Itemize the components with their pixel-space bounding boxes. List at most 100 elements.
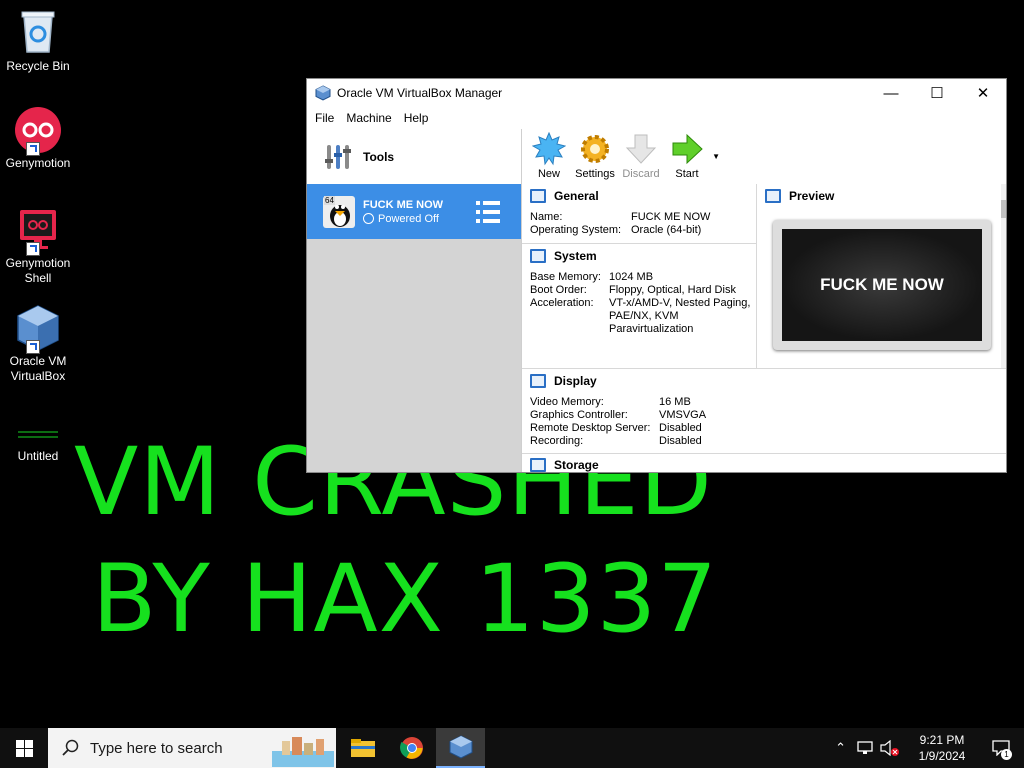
clock-time: 9:21 PM	[919, 733, 965, 747]
storage-disk-icon	[530, 458, 546, 472]
windows-logo-icon	[15, 739, 33, 757]
preview-title[interactable]: Preview	[789, 189, 834, 203]
main-toolbar: New Settings Discard Start ▼	[522, 129, 1006, 184]
kv-value: Disabled	[659, 435, 702, 447]
kv-value: 16 MB	[659, 396, 691, 408]
shortcut-arrow-icon	[26, 242, 40, 256]
general-title[interactable]: General	[554, 189, 599, 203]
kv-value: 1024 MB	[609, 271, 654, 283]
settings-button[interactable]: Settings	[572, 132, 618, 184]
start-arrow-icon	[672, 133, 703, 165]
desktop-icon-label: Genymotion Shell	[5, 256, 71, 285]
vm-list-item[interactable]: 64 FUCK ME NOW Powered Off	[307, 184, 521, 239]
kv-key: Name:	[530, 211, 563, 223]
search-icon	[62, 739, 79, 756]
kv-value: Disabled	[659, 422, 702, 434]
start-dropdown-chevron-icon[interactable]: ▼	[712, 152, 720, 161]
tools-label: Tools	[363, 149, 395, 164]
power-off-icon	[363, 213, 374, 224]
desktop-icon-label: Oracle VM VirtualBox	[9, 354, 67, 383]
kv-value: Oracle (64-bit)	[631, 224, 702, 236]
clock-date: 1/9/2024	[918, 749, 966, 763]
discard-button[interactable]: Discard	[618, 132, 664, 184]
details-scrollbar[interactable]	[1001, 184, 1006, 368]
recycle-bin-icon	[21, 11, 55, 53]
new-label: New	[537, 168, 560, 180]
menu-machine[interactable]: Machine	[340, 111, 397, 125]
storage-title[interactable]: Storage	[554, 458, 599, 472]
taskbar-file-explorer[interactable]	[338, 728, 387, 768]
preview-thumbnail: FUCK ME NOW	[773, 220, 991, 350]
folder-icon	[350, 739, 375, 757]
desktop-icon-virtualbox[interactable]: Oracle VM VirtualBox	[0, 304, 76, 384]
taskbar-virtualbox[interactable]	[436, 728, 485, 768]
maximize-button[interactable]: ☐	[914, 79, 960, 107]
os-64bit-badge: 64	[324, 195, 335, 205]
notification-center-button[interactable]: 1	[978, 728, 1024, 768]
volume-muted-icon[interactable]	[880, 740, 900, 756]
kv-key: Boot Order:	[530, 284, 587, 296]
kv-key: Remote Desktop Server:	[530, 422, 651, 434]
discard-arrow-icon	[625, 134, 657, 164]
new-button[interactable]: New	[526, 132, 572, 184]
kv-key: Graphics Controller:	[530, 409, 628, 421]
kv-value: FUCK ME NOW	[631, 211, 711, 223]
chrome-icon	[399, 737, 423, 759]
desktop-icon-genymotion[interactable]: Genymotion	[0, 106, 76, 171]
virtualbox-icon	[315, 85, 331, 101]
tools-item[interactable]: Tools	[307, 129, 521, 184]
kv-key: Video Memory:	[530, 396, 604, 408]
window-title: Oracle VM VirtualBox Manager	[337, 86, 503, 100]
shortcut-arrow-icon	[26, 340, 40, 354]
display-title[interactable]: Display	[554, 374, 597, 388]
vm-menu-list-icon[interactable]	[475, 199, 501, 225]
kv-value: Floppy, Optical, Hard Disk	[609, 284, 736, 296]
title-bar[interactable]: Oracle VM VirtualBox Manager — ☐ ✕	[307, 79, 1006, 107]
start-label: Start	[675, 168, 699, 180]
kv-value: PAE/NX, KVM	[609, 310, 679, 322]
kv-key: Acceleration:	[530, 297, 594, 309]
tools-icon	[325, 144, 351, 169]
desktop-icon-label: Recycle Bin	[6, 59, 70, 73]
menu-help[interactable]: Help	[398, 111, 435, 125]
search-placeholder: Type here to search	[90, 739, 223, 757]
details-pane: New Settings Discard Start ▼ General Nam…	[521, 129, 1006, 472]
desktop-icon-recycle-bin[interactable]: Recycle Bin	[0, 8, 76, 74]
preview-monitor-icon	[765, 189, 781, 203]
desktop-icon-genymotion-shell[interactable]: Genymotion Shell	[0, 208, 76, 286]
start-button[interactable]: Start ▼	[664, 132, 720, 184]
desktop-icon-label: Untitled	[17, 449, 59, 463]
close-button[interactable]: ✕	[960, 79, 1006, 107]
show-hidden-icons-chevron-icon[interactable]: ⌃	[829, 740, 852, 756]
kv-key: Base Memory:	[530, 271, 601, 283]
taskbar-chrome[interactable]	[387, 728, 436, 768]
settings-gear-icon	[581, 135, 609, 163]
desktop-icon-untitled[interactable]: Untitled	[0, 428, 76, 464]
shortcut-arrow-icon	[26, 142, 40, 156]
kv-value: VMSVGA	[659, 409, 707, 421]
system-title[interactable]: System	[554, 249, 597, 263]
desktop-wallpaper-text-line2: BY HAX 1337	[92, 545, 719, 654]
system-tray: ⌃ 9:21 PM 1/9/2024 1	[829, 728, 1024, 768]
taskbar-clock[interactable]: 9:21 PM 1/9/2024	[906, 732, 978, 764]
kv-value: VT-x/AMD-V, Nested Paging,	[609, 297, 751, 309]
taskbar-search-box[interactable]: Type here to search	[48, 728, 336, 768]
new-icon	[532, 132, 566, 166]
system-section: System Base Memory: 1024 MB Boot Order: Fl…	[522, 244, 757, 369]
kv-key: Recording:	[530, 435, 584, 447]
kv-key	[530, 310, 609, 323]
virtualbox-icon	[449, 735, 472, 759]
start-button[interactable]	[0, 728, 48, 768]
discard-label: Discard	[622, 168, 660, 180]
menu-file[interactable]: File	[307, 111, 340, 125]
vm-name: FUCK ME NOW	[363, 198, 444, 211]
notification-count-badge: 1	[1001, 749, 1012, 760]
virtualbox-manager-window[interactable]: Oracle VM VirtualBox Manager — ☐ ✕ File …	[306, 78, 1007, 473]
minimize-button[interactable]: —	[868, 79, 914, 107]
kv-value: Paravirtualization	[609, 323, 694, 335]
preview-section: Preview FUCK ME NOW	[757, 184, 1006, 369]
preview-screen-text: FUCK ME NOW	[782, 229, 982, 341]
network-icon[interactable]	[856, 740, 874, 756]
machine-list-pane: Tools 64 FUCK ME NOW Powered Off	[307, 129, 521, 472]
settings-label: Settings	[575, 168, 615, 180]
